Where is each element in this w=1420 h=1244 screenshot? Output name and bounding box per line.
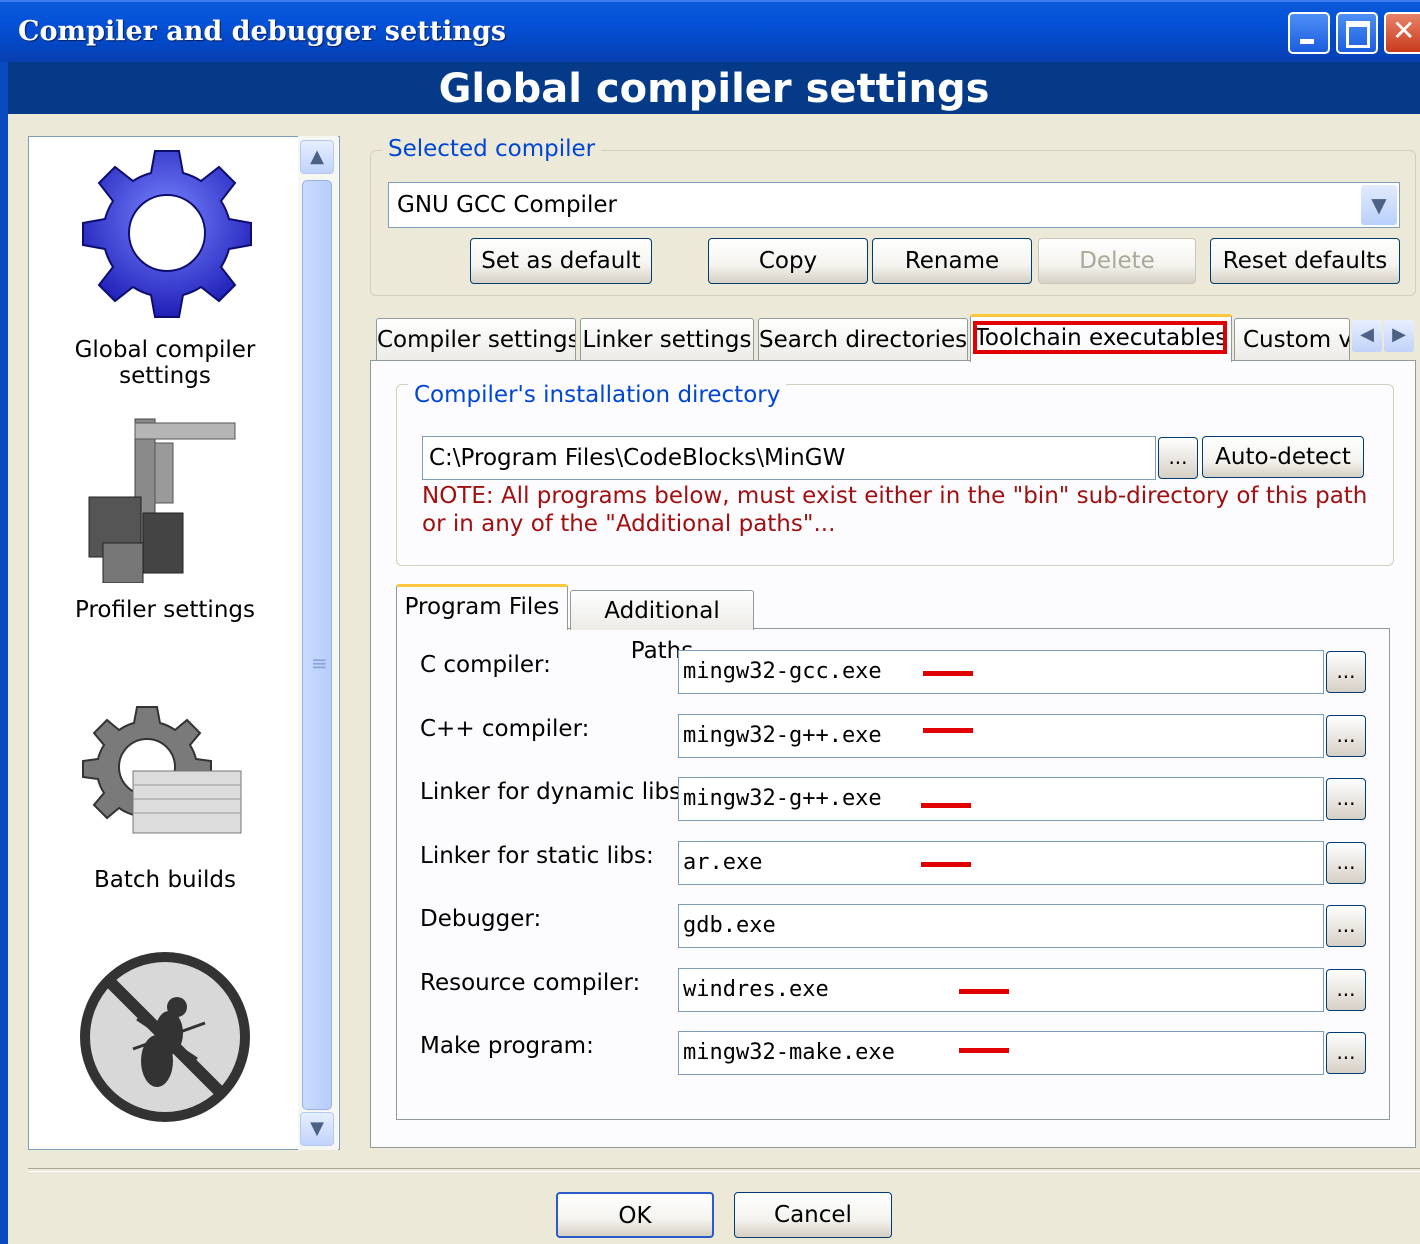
browse-cpp-compiler-button[interactable]: ...: [1326, 715, 1366, 757]
install-dir-value: C:\Program Files\CodeBlocks\MinGW: [429, 445, 846, 471]
note-line-2: or in any of the "Additional paths"...: [422, 511, 836, 537]
set-as-default-button[interactable]: Set as default: [470, 238, 652, 284]
field-value: mingw32-g++.exe: [683, 786, 882, 811]
sidebar-scrollbar[interactable]: ▲ ▼: [298, 136, 338, 1150]
dynamic-linker-label: Linker for dynamic libs:: [420, 779, 689, 805]
title-bar: Compiler and debugger settings: [0, 0, 1420, 62]
rename-button[interactable]: Rename: [872, 238, 1032, 284]
annotation-mark: [923, 728, 973, 733]
field-value: mingw32-make.exe: [683, 1040, 895, 1065]
sidebar-item-label: Profiler settings: [74, 597, 255, 623]
annotation-mark: [921, 862, 971, 867]
caliper-icon: [88, 418, 236, 583]
scroll-thumb[interactable]: [302, 180, 332, 1110]
ok-button[interactable]: OK: [556, 1192, 714, 1238]
reset-defaults-button[interactable]: Reset defaults: [1210, 238, 1400, 284]
window-frame: [0, 62, 8, 1244]
tab-label: Toolchain executables: [974, 325, 1228, 351]
field-value: windres.exe: [683, 977, 829, 1002]
minimize-button[interactable]: [1288, 12, 1330, 54]
sidebar-item-label: Global compiler settings: [74, 337, 256, 389]
subtab-program-files[interactable]: Program Files: [396, 584, 568, 630]
browse-install-dir-button[interactable]: ...: [1158, 437, 1198, 479]
make-program-input[interactable]: mingw32-make.exe: [678, 1031, 1324, 1075]
maximize-button[interactable]: [1336, 12, 1378, 54]
tab-compiler-settings[interactable]: Compiler settings: [376, 318, 576, 360]
resource-compiler-label: Resource compiler:: [420, 970, 641, 996]
delete-button[interactable]: Delete: [1038, 238, 1196, 284]
make-program-label: Make program:: [420, 1033, 594, 1059]
sidebar-list[interactable]: Global compiler settings Profiler settin…: [28, 136, 340, 1150]
tab-search-directories[interactable]: Search directories: [758, 318, 968, 360]
no-bug-icon: [80, 952, 250, 1122]
tab-custom-variables[interactable]: Custom va: [1234, 318, 1350, 360]
scroll-down-button[interactable]: ▼: [300, 1112, 334, 1146]
resource-compiler-input[interactable]: windres.exe: [678, 968, 1324, 1012]
batch-gear-icon: [82, 706, 242, 834]
browse-debugger-button[interactable]: ...: [1326, 905, 1366, 947]
sidebar-item-debugger[interactable]: [29, 949, 301, 1149]
tab-linker-settings[interactable]: Linker settings: [580, 318, 754, 360]
field-value: mingw32-g++.exe: [683, 723, 882, 748]
static-linker-input[interactable]: ar.exe: [678, 841, 1324, 885]
compiler-select[interactable]: GNU GCC Compiler ▼: [388, 182, 1400, 228]
copy-button[interactable]: Copy: [708, 238, 868, 284]
sidebar-item-global-compiler[interactable]: Global compiler settings: [29, 145, 301, 389]
cpp-compiler-input[interactable]: mingw32-g++.exe: [678, 714, 1324, 758]
field-value: mingw32-gcc.exe: [683, 659, 882, 684]
debugger-input[interactable]: gdb.exe: [678, 904, 1324, 948]
cancel-button[interactable]: Cancel: [734, 1192, 892, 1238]
browse-resource-compiler-button[interactable]: ...: [1326, 969, 1366, 1011]
browse-c-compiler-button[interactable]: ...: [1326, 651, 1366, 693]
gear-icon: [82, 150, 252, 318]
selected-compiler-label: Selected compiler: [382, 136, 602, 162]
field-value: ar.exe: [683, 850, 763, 875]
sidebar-item-label: Batch builds: [94, 867, 236, 893]
browse-static-linker-button[interactable]: ...: [1326, 842, 1366, 884]
scroll-up-button[interactable]: ▲: [300, 140, 334, 174]
c-compiler-input[interactable]: mingw32-gcc.exe: [678, 650, 1324, 694]
sidebar-item-batch-builds[interactable]: Batch builds: [29, 697, 301, 907]
static-linker-label: Linker for static libs:: [420, 843, 654, 869]
browse-make-program-button[interactable]: ...: [1326, 1032, 1366, 1074]
chevron-down-icon[interactable]: ▼: [1361, 185, 1397, 225]
browse-dynamic-linker-button[interactable]: ...: [1326, 778, 1366, 820]
c-compiler-label: C compiler:: [420, 652, 551, 678]
subtab-additional-paths[interactable]: Additional Paths: [570, 590, 754, 664]
annotation-mark: [923, 671, 973, 676]
page-title: Global compiler settings: [438, 66, 990, 112]
install-dir-input[interactable]: C:\Program Files\CodeBlocks\MinGW: [422, 436, 1156, 480]
debugger-label: Debugger:: [420, 906, 542, 932]
dynamic-linker-input[interactable]: mingw32-g++.exe: [678, 777, 1324, 821]
window-title: Compiler and debugger settings: [18, 16, 507, 47]
sidebar-item-profiler[interactable]: Profiler settings: [29, 413, 301, 643]
cpp-compiler-label: C++ compiler:: [420, 716, 590, 742]
note-line-1: NOTE: All programs below, must exist eit…: [422, 483, 1368, 509]
footer-separator: [28, 1168, 1420, 1172]
field-value: gdb.exe: [683, 913, 776, 938]
compiler-select-value: GNU GCC Compiler: [397, 192, 617, 218]
tab-scroll-right-icon[interactable]: ▶: [1384, 320, 1414, 352]
tab-toolchain-executables[interactable]: Toolchain executables: [970, 314, 1232, 362]
page-header: Global compiler settings: [8, 62, 1420, 114]
annotation-mark: [959, 989, 1009, 994]
auto-detect-button[interactable]: Auto-detect: [1202, 436, 1364, 478]
close-button[interactable]: [1384, 12, 1420, 54]
install-dir-label: Compiler's installation directory: [408, 382, 787, 408]
annotation-mark: [921, 803, 971, 808]
annotation-mark: [959, 1048, 1009, 1053]
tab-scroll-left-icon[interactable]: ◀: [1352, 320, 1382, 352]
